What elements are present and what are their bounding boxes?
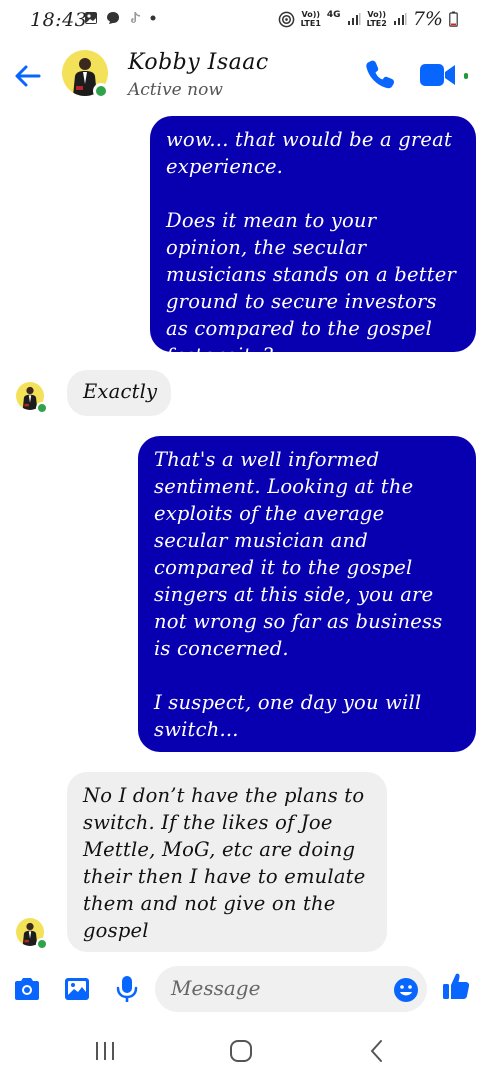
online-status-dot <box>36 938 48 950</box>
home-icon[interactable] <box>226 1038 256 1064</box>
system-navigation-bar <box>0 1020 486 1080</box>
camera-icon[interactable] <box>12 974 42 1004</box>
sim1-sub: LTE1 <box>300 19 321 28</box>
signal-bars-2-icon <box>393 13 407 25</box>
message-placeholder: Message <box>171 976 261 1000</box>
battery-percent: 7% <box>412 8 443 30</box>
edge-indicator <box>464 73 468 79</box>
message-input[interactable]: Message <box>155 966 427 1012</box>
contact-name[interactable]: Kobby Isaac <box>128 50 269 75</box>
thumbs-up-icon[interactable] <box>440 970 472 1002</box>
gallery-notification-icon <box>85 12 97 24</box>
online-status-dot <box>93 83 109 99</box>
microphone-icon[interactable] <box>112 974 142 1004</box>
emoji-icon[interactable] <box>393 977 419 1003</box>
status-time: 18:43 <box>30 9 88 31</box>
sim1-volte: Vo)) LTE1 <box>301 10 321 28</box>
back-arrow-icon[interactable] <box>12 60 44 92</box>
battery-icon <box>449 11 458 27</box>
network-type: 4G <box>326 10 341 20</box>
recent-apps-icon[interactable] <box>90 1038 120 1064</box>
status-bar: 18:43 Vo)) LTE1 4G Vo)) LTE2 7% <box>0 0 486 40</box>
notification-icons <box>84 11 156 25</box>
signal-bars-icon <box>347 13 361 25</box>
video-camera-icon[interactable] <box>418 60 458 90</box>
phone-icon[interactable] <box>364 58 396 90</box>
message-bubble-outgoing[interactable]: That's a well informed sentiment. Lookin… <box>138 436 476 752</box>
tiktok-notification-icon <box>131 12 140 23</box>
sim2-sub: LTE2 <box>366 19 387 28</box>
hotspot-icon <box>278 11 294 27</box>
more-notifications-dot-icon <box>150 15 156 21</box>
chat-notification-icon <box>107 12 119 24</box>
message-composer: Message <box>0 962 486 1018</box>
message-bubble-outgoing[interactable]: wow... that would be a great experience.… <box>150 116 476 367</box>
sim1-label: Vo)) <box>301 10 321 19</box>
sim2-label: Vo)) <box>367 10 386 19</box>
message-bubble-incoming[interactable]: No I don’t have the plans to switch. If … <box>67 772 387 952</box>
image-icon[interactable] <box>62 974 92 1004</box>
online-status-dot <box>36 402 48 414</box>
active-status: Active now <box>128 80 223 100</box>
chat-header: Kobby Isaac Active now <box>0 40 486 112</box>
system-status-icons: Vo)) LTE1 4G Vo)) LTE2 7% <box>278 8 458 30</box>
sim2-volte: Vo)) LTE2 <box>367 10 387 28</box>
message-bubble-incoming[interactable]: Exactly <box>67 370 171 416</box>
back-nav-icon[interactable] <box>362 1038 392 1064</box>
